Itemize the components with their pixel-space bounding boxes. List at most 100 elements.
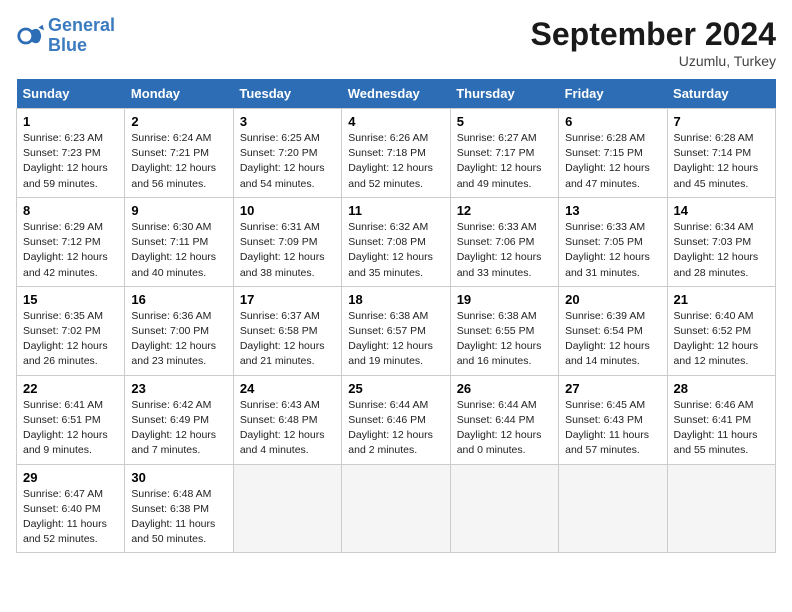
day-info: Sunrise: 6:46 AMSunset: 6:41 PMDaylight:… (674, 398, 769, 459)
calendar-cell: 26 Sunrise: 6:44 AMSunset: 6:44 PMDayligh… (450, 375, 558, 464)
day-info: Sunrise: 6:28 AMSunset: 7:15 PMDaylight:… (565, 131, 660, 192)
calendar-cell: 28 Sunrise: 6:46 AMSunset: 6:41 PMDayligh… (667, 375, 775, 464)
day-number: 11 (348, 203, 443, 218)
day-number: 19 (457, 292, 552, 307)
weekday-header-monday: Monday (125, 79, 233, 109)
location-subtitle: Uzumlu, Turkey (531, 53, 776, 69)
day-info: Sunrise: 6:30 AMSunset: 7:11 PMDaylight:… (131, 220, 226, 281)
day-info: Sunrise: 6:33 AMSunset: 7:06 PMDaylight:… (457, 220, 552, 281)
day-info: Sunrise: 6:45 AMSunset: 6:43 PMDaylight:… (565, 398, 660, 459)
calendar-cell: 15 Sunrise: 6:35 AMSunset: 7:02 PMDayligh… (17, 286, 125, 375)
calendar-cell: 19 Sunrise: 6:38 AMSunset: 6:55 PMDayligh… (450, 286, 558, 375)
day-number: 27 (565, 381, 660, 396)
calendar-cell: 29Sunrise: 6:47 AMSunset: 6:40 PMDayligh… (17, 464, 125, 553)
day-info: Sunrise: 6:35 AMSunset: 7:02 PMDaylight:… (23, 309, 118, 370)
day-number: 21 (674, 292, 769, 307)
calendar-cell: 14 Sunrise: 6:34 AMSunset: 7:03 PMDayligh… (667, 197, 775, 286)
calendar-cell: 8 Sunrise: 6:29 AMSunset: 7:12 PMDaylight… (17, 197, 125, 286)
day-info: Sunrise: 6:33 AMSunset: 7:05 PMDaylight:… (565, 220, 660, 281)
calendar-cell: 25Sunrise: 6:44 AMSunset: 6:46 PMDayligh… (342, 375, 450, 464)
day-number: 9 (131, 203, 226, 218)
day-info: Sunrise: 6:43 AMSunset: 6:48 PMDaylight:… (240, 398, 335, 459)
calendar-cell: 10Sunrise: 6:31 AMSunset: 7:09 PMDayligh… (233, 197, 341, 286)
calendar-cell: 11Sunrise: 6:32 AMSunset: 7:08 PMDayligh… (342, 197, 450, 286)
calendar-cell: 7 Sunrise: 6:28 AMSunset: 7:14 PMDaylight… (667, 109, 775, 198)
calendar-cell: 20 Sunrise: 6:39 AMSunset: 6:54 PMDayligh… (559, 286, 667, 375)
day-number: 18 (348, 292, 443, 307)
day-info: Sunrise: 6:44 AMSunset: 6:46 PMDaylight:… (348, 398, 443, 459)
day-info: Sunrise: 6:40 AMSunset: 6:52 PMDaylight:… (674, 309, 769, 370)
day-number: 29 (23, 470, 118, 485)
calendar-cell: 2 Sunrise: 6:24 AMSunset: 7:21 PMDaylight… (125, 109, 233, 198)
day-number: 23 (131, 381, 226, 396)
calendar-cell (233, 464, 341, 553)
calendar-cell (559, 464, 667, 553)
day-info: Sunrise: 6:34 AMSunset: 7:03 PMDaylight:… (674, 220, 769, 281)
day-number: 24 (240, 381, 335, 396)
day-info: Sunrise: 6:29 AMSunset: 7:12 PMDaylight:… (23, 220, 118, 281)
calendar-cell: 30 Sunrise: 6:48 AMSunset: 6:38 PMDayligh… (125, 464, 233, 553)
day-number: 17 (240, 292, 335, 307)
day-number: 4 (348, 114, 443, 129)
calendar-cell: 21 Sunrise: 6:40 AMSunset: 6:52 PMDayligh… (667, 286, 775, 375)
calendar-cell: 5 Sunrise: 6:27 AMSunset: 7:17 PMDaylight… (450, 109, 558, 198)
logo-icon (16, 22, 44, 50)
day-info: Sunrise: 6:27 AMSunset: 7:17 PMDaylight:… (457, 131, 552, 192)
title-area: September 2024 Uzumlu, Turkey (531, 16, 776, 69)
calendar-cell: 4 Sunrise: 6:26 AMSunset: 7:18 PMDaylight… (342, 109, 450, 198)
day-number: 28 (674, 381, 769, 396)
day-info: Sunrise: 6:28 AMSunset: 7:14 PMDaylight:… (674, 131, 769, 192)
calendar-cell (450, 464, 558, 553)
weekday-header-saturday: Saturday (667, 79, 775, 109)
logo: GeneralBlue (16, 16, 115, 56)
weekday-header-tuesday: Tuesday (233, 79, 341, 109)
day-number: 30 (131, 470, 226, 485)
calendar-cell: 13Sunrise: 6:33 AMSunset: 7:05 PMDayligh… (559, 197, 667, 286)
week-row-3: 15 Sunrise: 6:35 AMSunset: 7:02 PMDayligh… (17, 286, 776, 375)
day-info: Sunrise: 6:48 AMSunset: 6:38 PMDaylight:… (131, 487, 226, 548)
calendar-cell: 6 Sunrise: 6:28 AMSunset: 7:15 PMDaylight… (559, 109, 667, 198)
day-info: Sunrise: 6:26 AMSunset: 7:18 PMDaylight:… (348, 131, 443, 192)
day-number: 3 (240, 114, 335, 129)
logo-line1: General (48, 15, 115, 35)
logo-line2: Blue (48, 35, 87, 55)
day-number: 14 (674, 203, 769, 218)
day-info: Sunrise: 6:41 AMSunset: 6:51 PMDaylight:… (23, 398, 118, 459)
calendar-cell: 27 Sunrise: 6:45 AMSunset: 6:43 PMDayligh… (559, 375, 667, 464)
day-info: Sunrise: 6:23 AMSunset: 7:23 PMDaylight:… (23, 131, 118, 192)
week-row-1: 1 Sunrise: 6:23 AMSunset: 7:23 PMDaylight… (17, 109, 776, 198)
day-info: Sunrise: 6:38 AMSunset: 6:55 PMDaylight:… (457, 309, 552, 370)
day-info: Sunrise: 6:42 AMSunset: 6:49 PMDaylight:… (131, 398, 226, 459)
calendar-cell: 22 Sunrise: 6:41 AMSunset: 6:51 PMDayligh… (17, 375, 125, 464)
week-row-2: 8 Sunrise: 6:29 AMSunset: 7:12 PMDaylight… (17, 197, 776, 286)
day-number: 26 (457, 381, 552, 396)
calendar-cell: 17Sunrise: 6:37 AMSunset: 6:58 PMDayligh… (233, 286, 341, 375)
week-row-5: 29Sunrise: 6:47 AMSunset: 6:40 PMDayligh… (17, 464, 776, 553)
day-number: 8 (23, 203, 118, 218)
weekday-header-wednesday: Wednesday (342, 79, 450, 109)
day-number: 5 (457, 114, 552, 129)
day-number: 15 (23, 292, 118, 307)
calendar-cell: 24 Sunrise: 6:43 AMSunset: 6:48 PMDayligh… (233, 375, 341, 464)
day-number: 20 (565, 292, 660, 307)
week-row-4: 22 Sunrise: 6:41 AMSunset: 6:51 PMDayligh… (17, 375, 776, 464)
day-info: Sunrise: 6:24 AMSunset: 7:21 PMDaylight:… (131, 131, 226, 192)
day-number: 6 (565, 114, 660, 129)
calendar-cell: 3Sunrise: 6:25 AMSunset: 7:20 PMDaylight… (233, 109, 341, 198)
calendar-cell: 9 Sunrise: 6:30 AMSunset: 7:11 PMDaylight… (125, 197, 233, 286)
day-info: Sunrise: 6:44 AMSunset: 6:44 PMDaylight:… (457, 398, 552, 459)
weekday-header-sunday: Sunday (17, 79, 125, 109)
calendar-cell: 1 Sunrise: 6:23 AMSunset: 7:23 PMDaylight… (17, 109, 125, 198)
day-info: Sunrise: 6:31 AMSunset: 7:09 PMDaylight:… (240, 220, 335, 281)
calendar-cell: 18Sunrise: 6:38 AMSunset: 6:57 PMDayligh… (342, 286, 450, 375)
day-number: 1 (23, 114, 118, 129)
calendar-table: SundayMondayTuesdayWednesdayThursdayFrid… (16, 79, 776, 553)
day-number: 22 (23, 381, 118, 396)
day-info: Sunrise: 6:39 AMSunset: 6:54 PMDaylight:… (565, 309, 660, 370)
day-number: 7 (674, 114, 769, 129)
calendar-cell (342, 464, 450, 553)
day-number: 2 (131, 114, 226, 129)
calendar-cell: 23 Sunrise: 6:42 AMSunset: 6:49 PMDayligh… (125, 375, 233, 464)
calendar-cell (667, 464, 775, 553)
day-info: Sunrise: 6:36 AMSunset: 7:00 PMDaylight:… (131, 309, 226, 370)
